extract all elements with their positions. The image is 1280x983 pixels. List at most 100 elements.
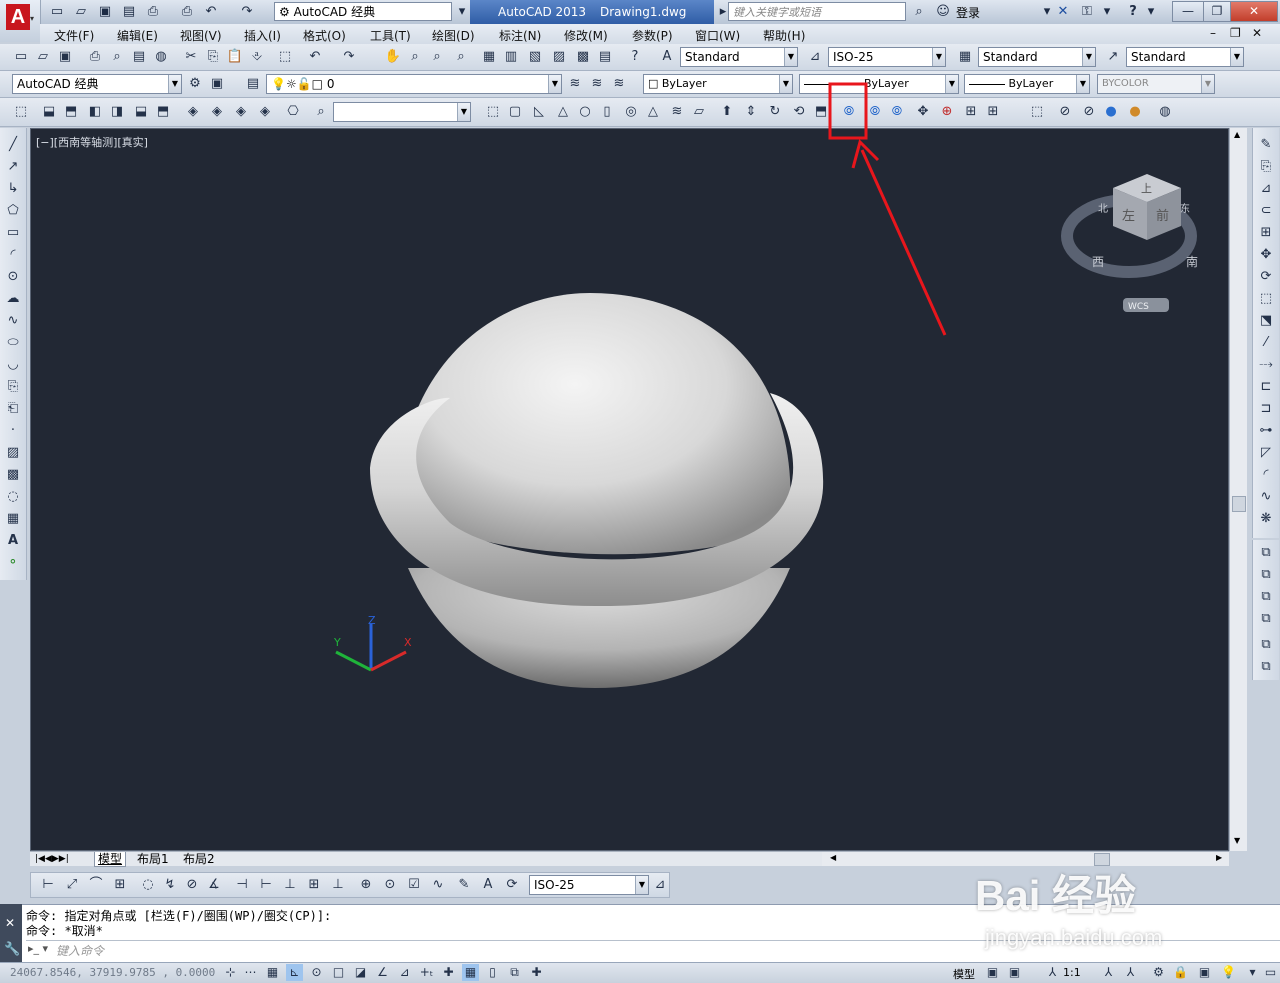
doc-restore-icon[interactable]: ❐ bbox=[1230, 26, 1241, 40]
coordinates-readout[interactable]: 24067.8546, 37919.9785 , 0.0000 bbox=[10, 966, 215, 979]
ortho-icon[interactable]: ⊾ bbox=[286, 964, 303, 981]
trim-icon[interactable]: ⁄ bbox=[1257, 334, 1275, 352]
erase-icon[interactable]: ✎ bbox=[1257, 136, 1275, 154]
redo-icon[interactable]: ↷ bbox=[340, 48, 358, 66]
bottom-view-icon[interactable]: ⬒ bbox=[62, 103, 80, 121]
dim-break-icon[interactable]: ⊥ bbox=[329, 876, 347, 894]
dim-update-icon[interactable]: ⟳ bbox=[503, 876, 521, 894]
ne-iso-icon[interactable]: ◈ bbox=[232, 103, 250, 121]
exchange-icon[interactable]: ✕ bbox=[1054, 3, 1072, 21]
polyline-icon[interactable]: ↳ bbox=[4, 180, 22, 198]
left-view-icon[interactable]: ◧ bbox=[86, 103, 104, 121]
menu-dimension[interactable]: 标注(N) bbox=[499, 27, 541, 44]
workspace-switch-icon[interactable]: ⚙ bbox=[1150, 964, 1167, 981]
plot-icon[interactable]: ⎙ bbox=[86, 48, 104, 66]
doc-close-icon[interactable]: ✕ bbox=[1252, 26, 1262, 40]
line-icon[interactable]: ╱ bbox=[4, 136, 22, 154]
3d-array-icon[interactable]: ⊞ bbox=[984, 103, 1002, 121]
wrench-icon[interactable]: 🔧 bbox=[4, 942, 20, 957]
blend-curves-icon[interactable]: ∿ bbox=[1257, 488, 1275, 506]
markup-icon[interactable]: ▩ bbox=[574, 48, 592, 66]
diameter-dim-icon[interactable]: ⊘ bbox=[183, 876, 201, 894]
ordinate-dim-icon[interactable]: ⊞ bbox=[111, 876, 129, 894]
scroll-right-icon[interactable]: ▶ bbox=[1216, 853, 1222, 862]
tab-nav-first-icon[interactable]: |◀◀▶▶| bbox=[32, 852, 72, 866]
properties-icon[interactable]: ▦ bbox=[480, 48, 498, 66]
paste-icon[interactable]: 📋 bbox=[226, 48, 244, 66]
osnap-icon[interactable]: □ bbox=[330, 964, 347, 981]
quick-properties-icon[interactable]: ▯ bbox=[484, 964, 501, 981]
tab-layout1[interactable]: 布局1 bbox=[134, 852, 172, 866]
3d-orbit-icon[interactable]: ⬚ bbox=[12, 103, 30, 121]
quick-view-drawings-icon[interactable]: ▣ bbox=[1006, 964, 1023, 981]
chamfer-icon[interactable]: ◸ bbox=[1257, 444, 1275, 462]
cut-icon[interactable]: ✂ bbox=[182, 48, 200, 66]
status-menu-icon[interactable]: ▾ bbox=[1244, 964, 1261, 981]
aligned-dim-icon[interactable]: ⤢ bbox=[63, 876, 81, 894]
workspace-selector[interactable]: AutoCAD 经典 ▼ bbox=[12, 74, 182, 94]
model-space-toggle[interactable]: 模型 bbox=[953, 966, 975, 982]
menu-parameters[interactable]: 参数(P) bbox=[632, 27, 673, 44]
color-combo[interactable]: □ ByLayer ▼ bbox=[643, 74, 793, 94]
menu-draw[interactable]: 绘图(D) bbox=[432, 27, 475, 44]
print-icon[interactable]: ⎙ bbox=[178, 3, 196, 21]
3d-align-icon[interactable]: ⊞ bbox=[962, 103, 980, 121]
revolve-icon[interactable]: ⟲ bbox=[790, 103, 808, 121]
3d-rotate-icon[interactable]: ⊕ bbox=[938, 103, 956, 121]
rectangle-icon[interactable]: ▭ bbox=[4, 224, 22, 242]
text-style-combo[interactable]: Standard ▼ bbox=[680, 47, 798, 67]
ellipse-arc-icon[interactable]: ◡ bbox=[4, 356, 22, 374]
snap-mode-icon[interactable]: ⋯ bbox=[242, 964, 259, 981]
close-command-icon[interactable]: ✕ bbox=[5, 916, 15, 930]
annotation-scale-value[interactable]: 1:1 bbox=[1063, 966, 1081, 979]
fillet-icon[interactable]: ◜ bbox=[1257, 466, 1275, 484]
design-center-icon[interactable]: ▥ bbox=[502, 48, 520, 66]
render-window-icon[interactable]: ◍ bbox=[1156, 103, 1174, 121]
menu-window[interactable]: 窗口(W) bbox=[695, 27, 740, 44]
doc-minimize-icon[interactable]: – bbox=[1210, 26, 1216, 40]
zoom-realtime-icon[interactable]: ⌕ bbox=[406, 48, 424, 66]
transparency-icon[interactable]: ▦ bbox=[462, 964, 479, 981]
arc-icon[interactable]: ◜ bbox=[4, 246, 22, 264]
dynamic-input-icon[interactable]: +ₜ bbox=[418, 964, 435, 981]
clean-screen-icon[interactable]: ▭ bbox=[1262, 964, 1279, 981]
binoculars-icon[interactable]: ⌕ bbox=[910, 3, 928, 21]
dropdown-arrow-icon[interactable]: ▾ bbox=[453, 3, 471, 21]
3d-osnap-icon[interactable]: ◪ bbox=[352, 964, 369, 981]
workspace-settings-icon[interactable]: ⚙ bbox=[186, 75, 204, 93]
publish-icon[interactable]: ▤ bbox=[130, 48, 148, 66]
mirror-icon[interactable]: ⊿ bbox=[1257, 180, 1275, 198]
infer-constraints-icon[interactable]: ⊹ bbox=[222, 964, 239, 981]
save-as-icon[interactable]: ▤ bbox=[120, 3, 138, 21]
save-icon[interactable]: ▣ bbox=[56, 48, 74, 66]
polar-icon[interactable]: ⊙ bbox=[308, 964, 325, 981]
front-view-icon[interactable]: ⬓ bbox=[132, 103, 150, 121]
bring-to-front-icon[interactable]: ⧉ bbox=[1257, 544, 1275, 562]
insert-block-icon[interactable]: ⎘ bbox=[4, 378, 22, 396]
zoom-previous-icon[interactable]: ⌕ bbox=[452, 48, 470, 66]
visual-style-icon[interactable]: ⌕ bbox=[312, 103, 330, 121]
tool-palettes-icon[interactable]: ▧ bbox=[526, 48, 544, 66]
arc-length-dim-icon[interactable]: ⌒ bbox=[87, 876, 105, 894]
multiline-text-icon[interactable]: A bbox=[4, 532, 22, 550]
sw-iso-icon[interactable]: ◈ bbox=[184, 103, 202, 121]
pyramid-icon[interactable]: △ bbox=[644, 103, 662, 121]
cone-icon[interactable]: △ bbox=[554, 103, 572, 121]
bring-above-icon[interactable]: ⧉ bbox=[1257, 588, 1275, 606]
sweep-icon[interactable]: ↻ bbox=[766, 103, 784, 121]
send-under-icon[interactable]: ⧉ bbox=[1257, 610, 1275, 628]
menu-insert[interactable]: 插入(I) bbox=[244, 27, 281, 44]
dim-text-edit-icon[interactable]: A bbox=[479, 876, 497, 894]
lineweight-icon[interactable]: ✚ bbox=[440, 964, 457, 981]
ellipse-icon[interactable]: ⬭ bbox=[4, 334, 22, 352]
hatch-icon[interactable]: ▨ bbox=[4, 444, 22, 462]
radius-dim-icon[interactable]: ◌ bbox=[139, 876, 157, 894]
layer-properties-icon[interactable]: ▤ bbox=[244, 75, 262, 93]
user-icon[interactable]: ☺ bbox=[934, 3, 952, 21]
jogged-dim-icon[interactable]: ↯ bbox=[161, 876, 179, 894]
3d-print-icon[interactable]: ◍ bbox=[152, 48, 170, 66]
break-icon[interactable]: ⊐ bbox=[1257, 400, 1275, 418]
dim-style-icon[interactable]: ⊿ bbox=[651, 876, 669, 894]
torus-icon[interactable]: ◎ bbox=[622, 103, 640, 121]
tab-layout2[interactable]: 布局2 bbox=[180, 852, 218, 866]
